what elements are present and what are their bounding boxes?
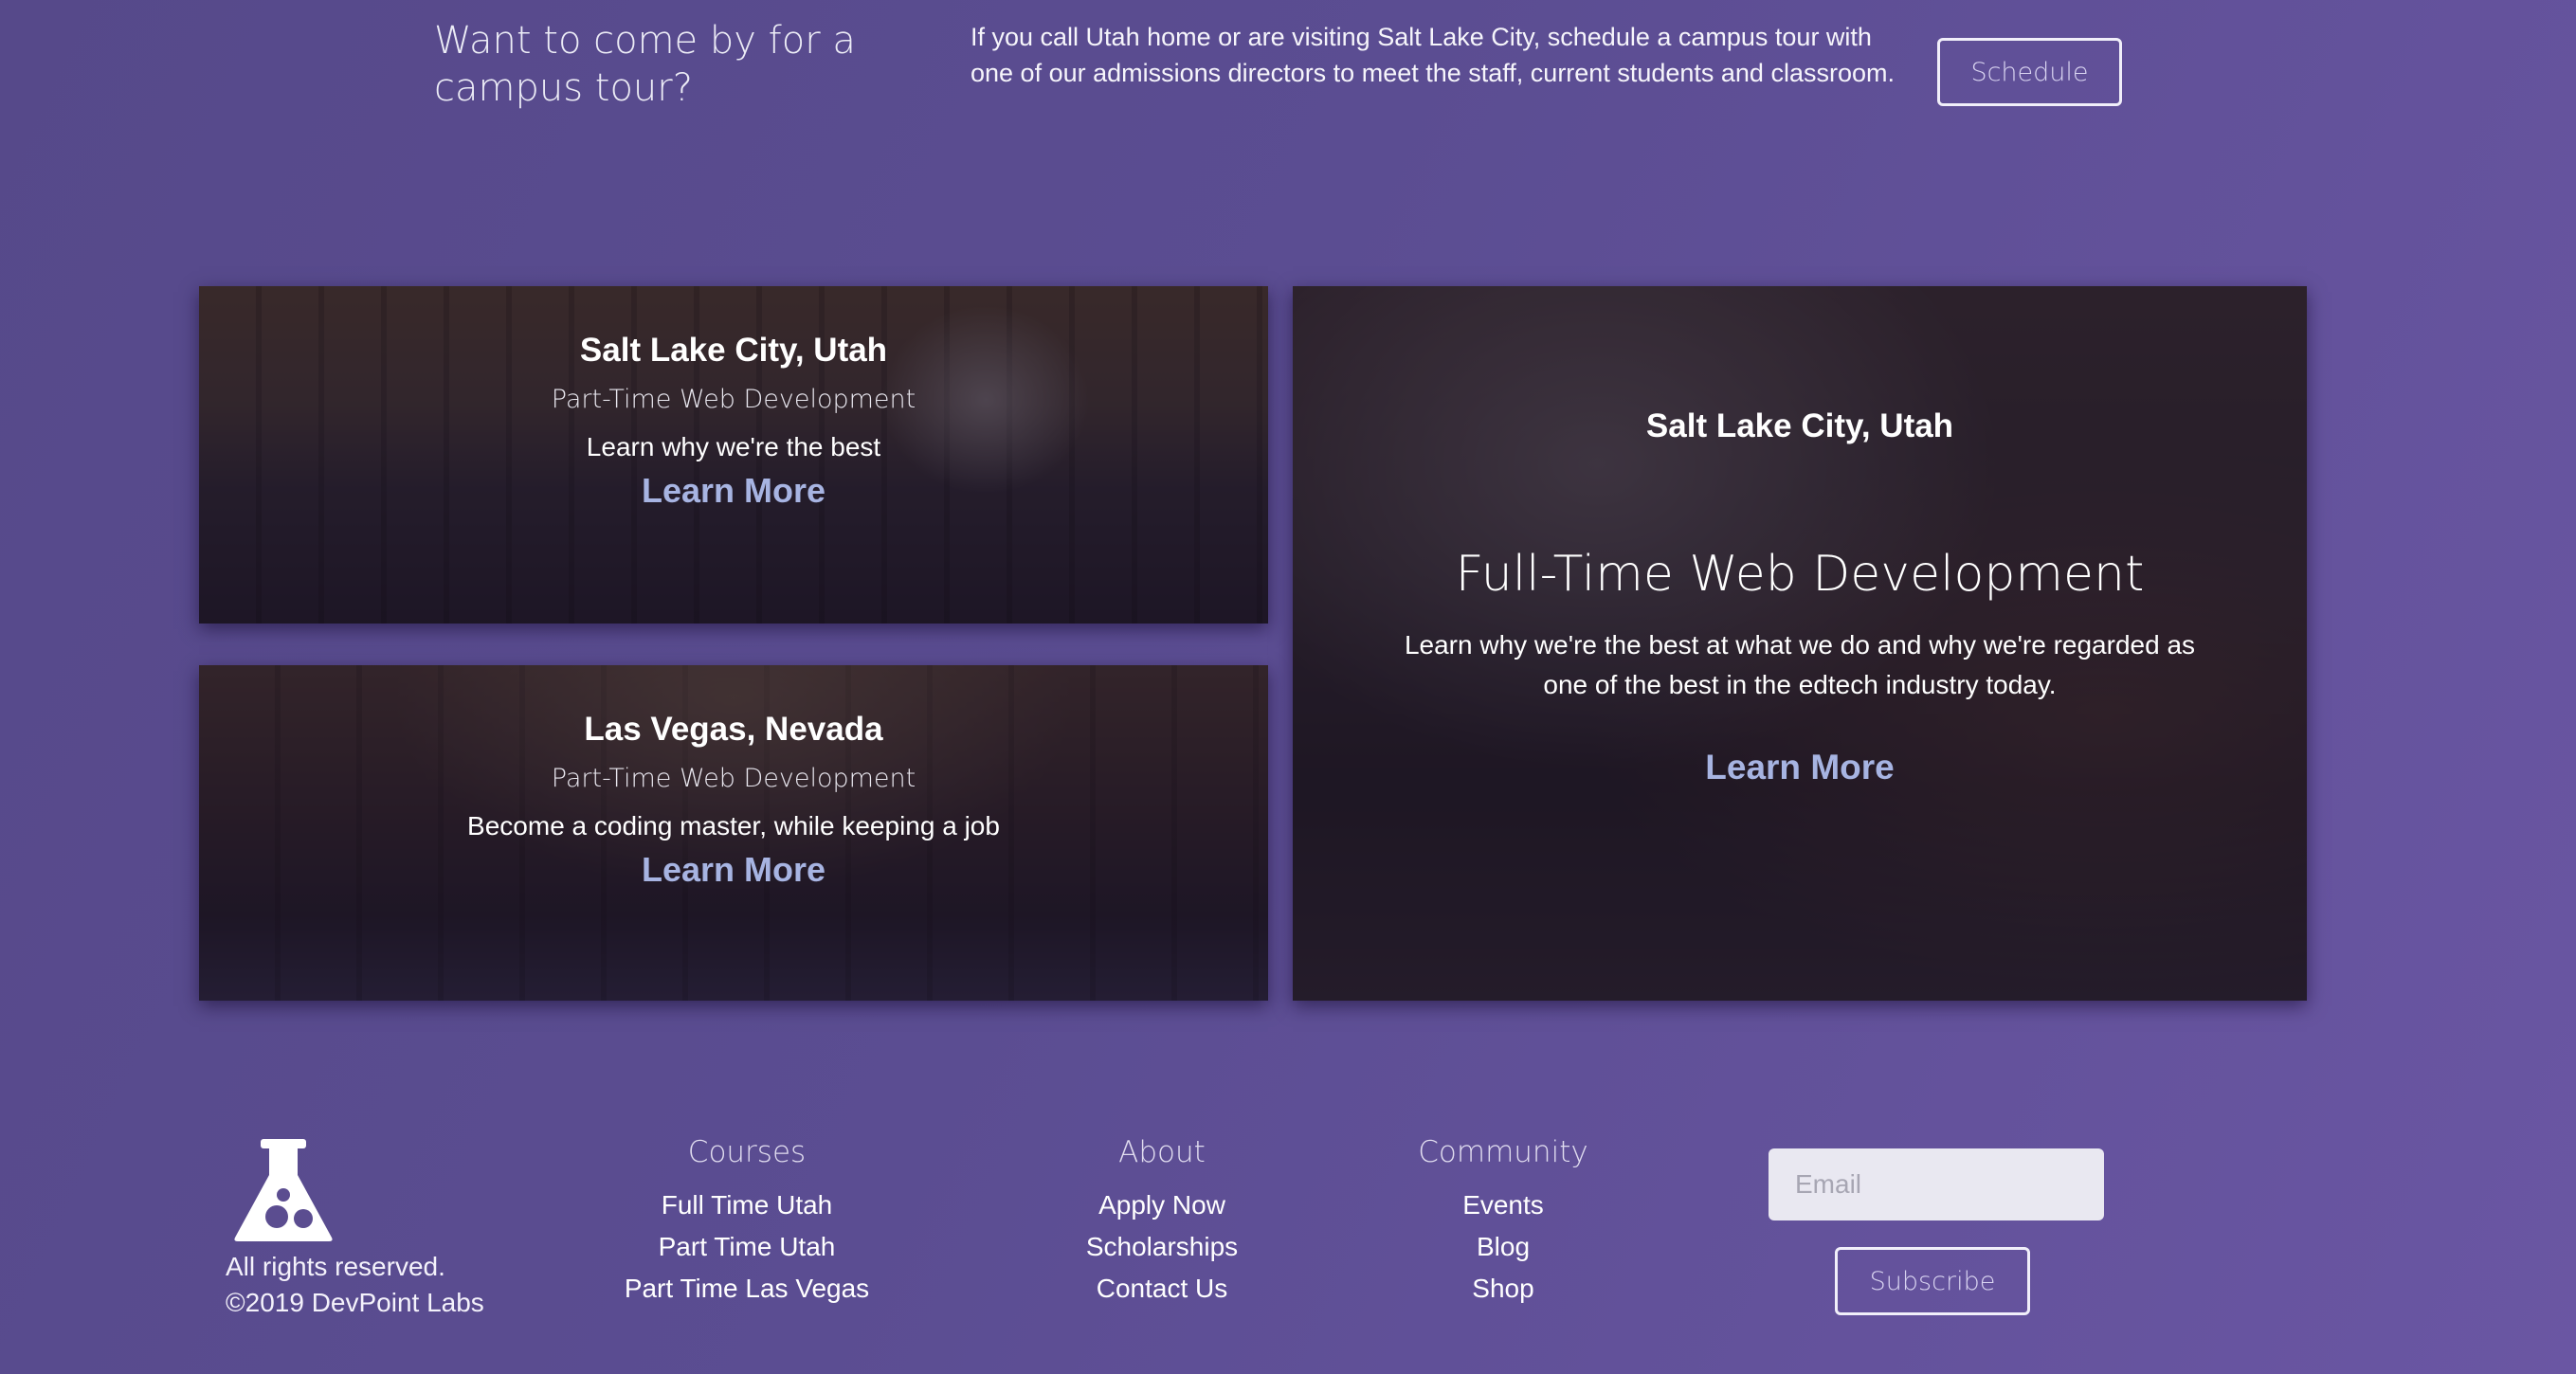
card-lv-part-time: Las Vegas, Nevada Part-Time Web Developm…: [199, 665, 1268, 1001]
footer-link-shop[interactable]: Shop: [1333, 1268, 1674, 1310]
learn-more-link-lv-part-time[interactable]: Learn More: [642, 849, 825, 891]
card-city: Salt Lake City, Utah: [1645, 407, 1954, 444]
footer-link-full-time-utah[interactable]: Full Time Utah: [576, 1184, 917, 1226]
footer-link-contact-us[interactable]: Contact Us: [991, 1268, 1333, 1310]
subscribe-button[interactable]: Subscribe: [1835, 1247, 2030, 1315]
footer-column-courses: Courses Full Time Utah Part Time Utah Pa…: [576, 1133, 917, 1310]
footer-column-community: Community Events Blog Shop: [1333, 1133, 1674, 1310]
footer-column-title: Courses: [687, 1135, 807, 1169]
card-city: Salt Lake City, Utah: [579, 332, 888, 369]
footer-legal: All rights reserved. ©2019 DevPoint Labs: [226, 1249, 484, 1321]
card-program: Part-Time Web Development: [551, 385, 916, 414]
footer-column-about: About Apply Now Scholarships Contact Us: [991, 1133, 1333, 1310]
card-content: Las Vegas, Nevada Part-Time Web Developm…: [199, 709, 1268, 891]
card-tagline: Learn why we're the best at what we do a…: [1404, 630, 2196, 699]
footer-link-part-time-las-vegas[interactable]: Part Time Las Vegas: [576, 1268, 917, 1310]
learn-more-link-slc-full-time[interactable]: Learn More: [1705, 747, 1894, 788]
card-program: Full-Time Web Development: [1455, 546, 2145, 603]
footer-link-scholarships[interactable]: Scholarships: [991, 1226, 1333, 1268]
copyright-text: ©2019 DevPoint Labs: [226, 1288, 484, 1317]
card-city: Las Vegas, Nevada: [584, 711, 883, 748]
card-tagline: Learn why we're the best: [586, 432, 881, 461]
tour-description: If you call Utah home or are visiting Sa…: [971, 23, 1895, 87]
email-field[interactable]: [1769, 1148, 2104, 1220]
card-content: Salt Lake City, Utah Full-Time Web Devel…: [1293, 406, 2307, 788]
footer-column-title: Community: [1418, 1135, 1588, 1169]
card-slc-full-time: Salt Lake City, Utah Full-Time Web Devel…: [1293, 286, 2307, 1001]
footer-link-part-time-utah[interactable]: Part Time Utah: [576, 1226, 917, 1268]
footer-column-title: About: [1118, 1135, 1206, 1169]
card-slc-part-time: Salt Lake City, Utah Part-Time Web Devel…: [199, 286, 1268, 624]
card-content: Salt Lake City, Utah Part-Time Web Devel…: [199, 330, 1268, 512]
learn-more-link-slc-part-time[interactable]: Learn More: [642, 470, 825, 512]
card-tagline: Become a coding master, while keeping a …: [467, 811, 1000, 841]
flask-icon: [234, 1139, 333, 1241]
footer-link-blog[interactable]: Blog: [1333, 1226, 1674, 1268]
schedule-button[interactable]: Schedule: [1937, 38, 2122, 106]
card-program: Part-Time Web Development: [551, 764, 916, 793]
rights-text: All rights reserved.: [226, 1252, 445, 1281]
tour-heading: Want to come by for a campus tour?: [434, 19, 856, 110]
footer-link-apply-now[interactable]: Apply Now: [991, 1184, 1333, 1226]
footer-link-events[interactable]: Events: [1333, 1184, 1674, 1226]
